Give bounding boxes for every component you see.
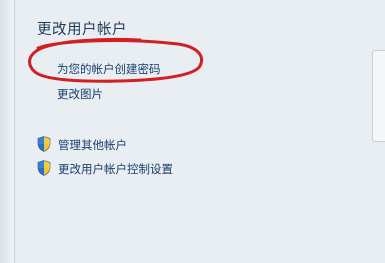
uac-shield-icon	[37, 160, 51, 176]
change-uac-settings-link[interactable]: 更改用户帐户控制设置	[58, 161, 173, 177]
red-circle-annotation	[28, 37, 203, 83]
uac-shield-icon	[37, 136, 51, 152]
left-navigation-pane	[0, 0, 15, 263]
change-picture-link[interactable]: 更改图片	[57, 86, 103, 102]
section-title: 更改用户帐户	[37, 22, 127, 38]
manage-other-accounts-link[interactable]: 管理其他帐户	[58, 137, 127, 153]
right-panel-edge	[372, 50, 385, 142]
create-password-link[interactable]: 为您的帐户创建密码	[57, 61, 161, 77]
